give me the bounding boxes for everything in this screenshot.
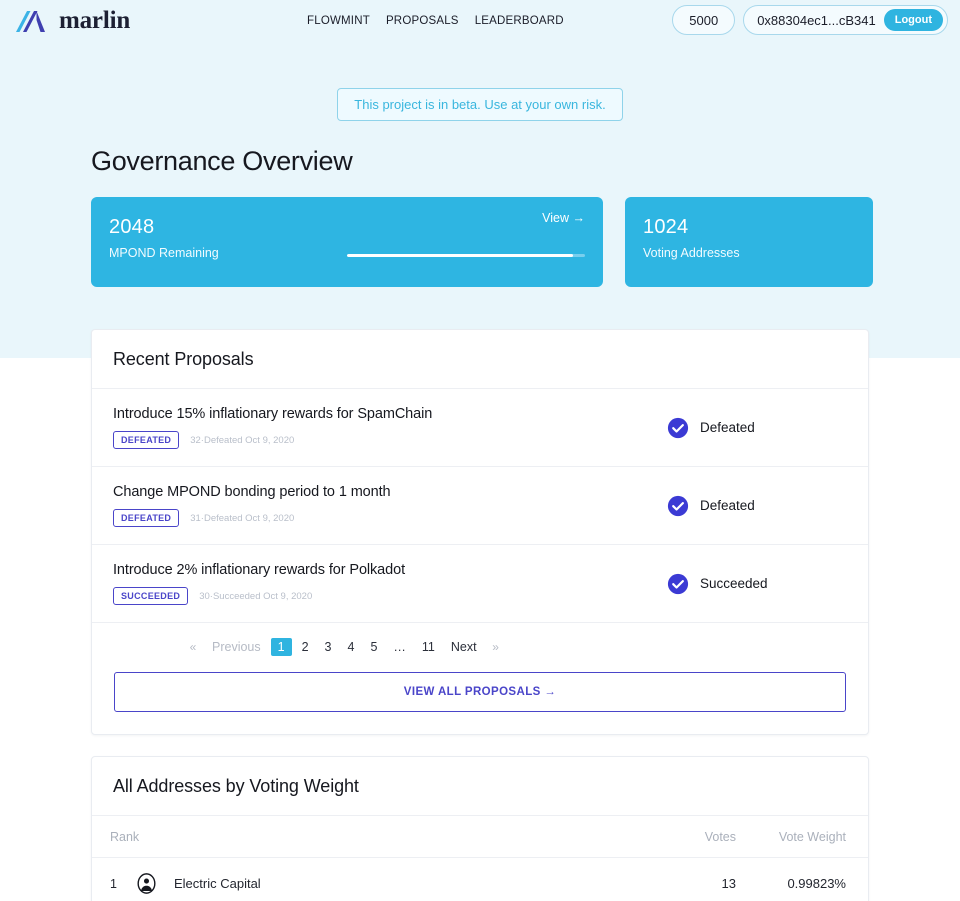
- beta-banner-wrap: This project is in beta. Use at your own…: [0, 88, 960, 121]
- recent-proposals-header: Recent Proposals: [92, 330, 868, 389]
- proposal-status-badge: DEFEATED: [113, 431, 180, 449]
- balance-pill[interactable]: 5000: [672, 5, 736, 35]
- proposal-main: Introduce 2% inflationary rewards for Po…: [113, 562, 667, 605]
- stat-card-mpond-remaining[interactable]: 2048 MPOND Remaining View →: [91, 197, 603, 287]
- pagination-previous[interactable]: Previous: [206, 638, 267, 656]
- logout-button[interactable]: Logout: [883, 9, 943, 31]
- proposal-status: Defeated: [667, 495, 847, 517]
- stat-card-value: 1024: [643, 216, 689, 238]
- stat-card-label: MPOND Remaining: [109, 246, 219, 260]
- brand-name: marlin: [59, 7, 131, 34]
- proposal-status: Defeated: [667, 417, 847, 439]
- proposals-pagination: « Previous 1 2 3 4 5 … 11 Next »: [92, 623, 868, 661]
- check-circle-icon: [667, 417, 689, 438]
- proposal-status-text: Succeeded: [700, 576, 768, 591]
- address-name: Electric Capital: [174, 876, 261, 891]
- header-actions: 5000 0x88304ec1...cB341 Logout: [672, 5, 948, 35]
- pagination-page-5[interactable]: 5: [364, 638, 383, 656]
- recent-proposals-title: Recent Proposals: [113, 349, 254, 369]
- column-header-vote-weight: Vote Weight: [778, 830, 846, 844]
- stat-cards: 2048 MPOND Remaining View → 1024 Voting …: [91, 197, 960, 287]
- pagination-page-3[interactable]: 3: [319, 638, 338, 656]
- all-addresses-header: All Addresses by Voting Weight: [92, 757, 868, 816]
- column-header-rank: Rank: [110, 830, 140, 844]
- proposal-row[interactable]: Introduce 2% inflationary rewards for Po…: [92, 545, 868, 623]
- proposal-meta: SUCCEEDED 30·Succeeded Oct 9, 2020: [113, 587, 667, 605]
- site-header: marlin FLOWMINT PROPOSALS LEADERBOARD 50…: [0, 0, 960, 42]
- pagination-ellipsis: …: [393, 640, 406, 654]
- proposal-title: Introduce 15% inflationary rewards for S…: [113, 406, 433, 422]
- mpond-progress-bar: [347, 254, 585, 257]
- view-all-proposals-button[interactable]: VIEW ALL PROPOSALS →: [114, 672, 846, 712]
- proposal-main: Change MPOND bonding period to 1 month D…: [113, 484, 667, 527]
- proposal-meta: DEFEATED 32·Defeated Oct 9, 2020: [113, 431, 667, 449]
- stat-card-voting-addresses[interactable]: 1024 Voting Addresses: [625, 197, 873, 287]
- pagination-next[interactable]: Next: [445, 638, 483, 656]
- pagination-page-2[interactable]: 2: [296, 638, 315, 656]
- proposal-submeta: 30·Succeeded Oct 9, 2020: [199, 590, 313, 602]
- pagination-page-11[interactable]: 11: [416, 638, 441, 656]
- main-nav: FLOWMINT PROPOSALS LEADERBOARD: [307, 15, 564, 27]
- page-title: Governance Overview: [91, 146, 353, 176]
- brand-logo[interactable]: marlin: [14, 7, 130, 35]
- account-pill[interactable]: 0x88304ec1...cB341 Logout: [743, 5, 948, 35]
- proposal-submeta: 31·Defeated Oct 9, 2020: [190, 512, 295, 524]
- check-circle-icon: [667, 573, 689, 594]
- address-rank: 1: [110, 876, 117, 891]
- address-vote-weight: 0.99823%: [787, 876, 846, 891]
- proposal-status: Succeeded: [667, 573, 847, 595]
- recent-proposals-panel: Recent Proposals Introduce 15% inflation…: [91, 329, 869, 735]
- pagination-first[interactable]: «: [184, 638, 202, 656]
- check-circle-icon: [667, 495, 689, 516]
- stat-card-value: 2048: [109, 216, 155, 238]
- proposal-status-badge: DEFEATED: [113, 509, 180, 527]
- account-address: 0x88304ec1...cB341: [757, 12, 876, 28]
- proposal-status-text: Defeated: [700, 498, 755, 513]
- proposal-status-text: Defeated: [700, 420, 755, 435]
- user-avatar-icon: [137, 873, 156, 894]
- stat-card-label: Voting Addresses: [643, 246, 740, 260]
- all-addresses-panel: All Addresses by Voting Weight Rank Vote…: [91, 756, 869, 901]
- proposal-meta: DEFEATED 31·Defeated Oct 9, 2020: [113, 509, 667, 527]
- proposal-title: Introduce 2% inflationary rewards for Po…: [113, 562, 405, 578]
- proposal-main: Introduce 15% inflationary rewards for S…: [113, 406, 667, 449]
- avatar: [136, 873, 164, 894]
- address-votes: 13: [721, 876, 736, 891]
- stat-card-view-link[interactable]: View →: [542, 211, 585, 225]
- page-root: marlin FLOWMINT PROPOSALS LEADERBOARD 50…: [0, 0, 960, 901]
- marlin-logo-icon: [16, 11, 45, 32]
- proposal-submeta: 32·Defeated Oct 9, 2020: [190, 434, 295, 446]
- addresses-table-header: Rank Votes Vote Weight: [92, 816, 868, 858]
- pagination-page-1[interactable]: 1: [270, 638, 292, 656]
- view-all-wrap: VIEW ALL PROPOSALS →: [92, 661, 868, 734]
- mpond-progress-fill: [347, 254, 574, 257]
- column-header-votes: Votes: [704, 830, 736, 844]
- proposal-status-badge: SUCCEEDED: [113, 587, 189, 605]
- beta-notice-banner[interactable]: This project is in beta. Use at your own…: [337, 88, 623, 121]
- proposal-row[interactable]: Change MPOND bonding period to 1 month D…: [92, 467, 868, 545]
- nav-item-flowmint[interactable]: FLOWMINT: [307, 15, 370, 27]
- all-addresses-title: All Addresses by Voting Weight: [113, 776, 359, 796]
- pagination-last[interactable]: »: [487, 638, 505, 656]
- nav-item-leaderboard[interactable]: LEADERBOARD: [475, 15, 564, 27]
- nav-item-proposals[interactable]: PROPOSALS: [386, 15, 459, 27]
- proposal-row[interactable]: Introduce 15% inflationary rewards for S…: [92, 389, 868, 467]
- proposal-title: Change MPOND bonding period to 1 month: [113, 484, 391, 500]
- pagination-page-4[interactable]: 4: [342, 638, 361, 656]
- table-row[interactable]: 1 Electric Capital 13 0.99823%: [92, 858, 868, 901]
